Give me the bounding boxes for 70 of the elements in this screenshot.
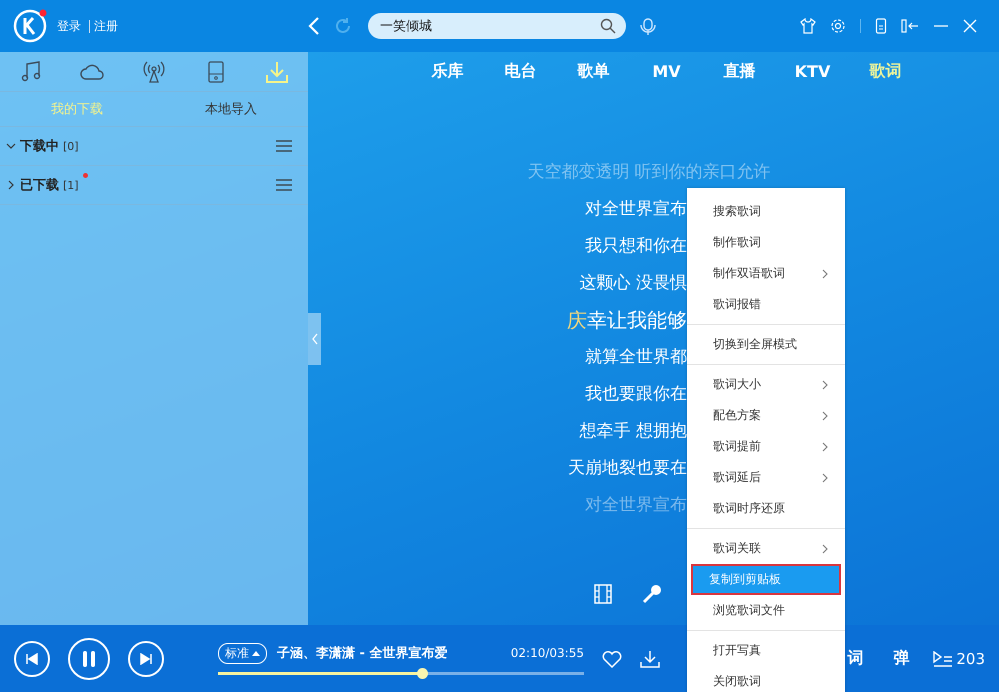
lyric-line: 这颗心 没畏惧 (578, 272, 687, 295)
lyric-line: 天空都变透明 听到你的亲口允许 (526, 161, 772, 184)
progress-thumb[interactable] (416, 668, 428, 678)
group-count: [1] (63, 178, 79, 192)
film-icon[interactable] (594, 584, 612, 604)
lyric-line: 天崩地裂也要在 (567, 457, 687, 480)
menu-item[interactable]: 关闭歌词 (691, 666, 841, 692)
menu-item[interactable]: 歌词延后 (691, 462, 841, 493)
previous-icon (26, 652, 38, 664)
menu-item[interactable]: 歌词关联 (691, 533, 841, 564)
login-link[interactable]: 登录 (57, 18, 81, 34)
settings-icon[interactable] (830, 18, 846, 34)
menu-icon[interactable] (276, 140, 292, 152)
menu-item[interactable]: 搜索歌词 (691, 196, 841, 227)
play-time: 02:10/03:55 (510, 646, 584, 660)
lyric-line: 我只想和你在 (584, 235, 687, 258)
back-icon[interactable] (308, 17, 320, 35)
phone-icon[interactable] (208, 60, 224, 82)
search-field[interactable]: 一笑倾城 (378, 18, 600, 34)
menu-item[interactable]: 打开写真 (691, 635, 841, 666)
menu-item[interactable]: 歌词提前 (691, 431, 841, 462)
close-icon[interactable] (963, 19, 977, 33)
lyric-line: 就算全世界都 (584, 346, 687, 369)
music-note-icon[interactable] (20, 60, 41, 82)
mini-player-icon[interactable] (875, 18, 887, 34)
menu-item[interactable]: 歌词报错 (687, 289, 845, 325)
menu-item[interactable]: 浏览歌词文件 (687, 595, 845, 631)
collapse-icon[interactable] (901, 19, 919, 33)
playlist-icon (933, 650, 954, 666)
group-title[interactable]: 已下载 (20, 176, 59, 194)
menu-item[interactable]: 制作双语歌词 (691, 258, 841, 289)
lyric-line: 我也要跟你在 (584, 383, 687, 406)
caret-left-icon (312, 333, 318, 345)
menu-item[interactable]: 歌词时序还原 (687, 493, 845, 529)
sub-tab[interactable]: 本地导入 (154, 92, 308, 126)
previous-button[interactable] (14, 640, 50, 676)
heart-icon[interactable] (602, 650, 622, 668)
menu-item[interactable]: 歌词大小 (691, 369, 841, 400)
danmaku-button[interactable]: 弹 (887, 648, 916, 669)
menu-item[interactable]: 制作歌词 (691, 227, 841, 258)
lyrics-button[interactable]: 词 (841, 648, 870, 669)
lyric-line: 对全世界宣布 (584, 494, 687, 517)
sidebar-toggle[interactable] (308, 313, 321, 365)
radio-tower-icon[interactable] (142, 60, 165, 82)
pause-button[interactable] (68, 638, 110, 680)
menu-item[interactable]: 配色方案 (691, 400, 841, 431)
chevron-right-icon[interactable] (6, 180, 16, 190)
lyric-line: 对全世界宣布 (584, 198, 687, 221)
quality-button[interactable]: 标准 (218, 642, 267, 664)
register-link[interactable]: 注册 (94, 18, 118, 34)
lyric-line: 庆幸让我能够 (566, 307, 687, 334)
playlist-button[interactable]: 203 (933, 650, 985, 668)
logo-icon[interactable] (13, 9, 47, 43)
next-icon (140, 652, 152, 664)
lyric-line: 想牵手 想拥抱 (578, 420, 687, 443)
caret-up-icon (252, 650, 260, 656)
search-icon[interactable] (600, 18, 616, 34)
voice-search-icon[interactable] (640, 16, 656, 36)
group-title[interactable]: 下载中 (20, 137, 59, 155)
group-count: [0] (63, 140, 79, 152)
next-button[interactable] (128, 640, 164, 676)
chevron-down-icon[interactable] (6, 141, 16, 151)
cloud-icon[interactable] (80, 64, 104, 80)
pause-icon (82, 650, 96, 666)
skin-icon[interactable] (800, 18, 816, 34)
search-bar[interactable]: 一笑倾城 (368, 13, 626, 39)
microphone-icon[interactable] (642, 584, 662, 604)
menu-icon[interactable] (276, 179, 292, 191)
song-title: 子涵、李潇潇 - 全世界宣布爱 (277, 644, 448, 662)
menu-item[interactable]: 切换到全屏模式 (687, 329, 845, 365)
